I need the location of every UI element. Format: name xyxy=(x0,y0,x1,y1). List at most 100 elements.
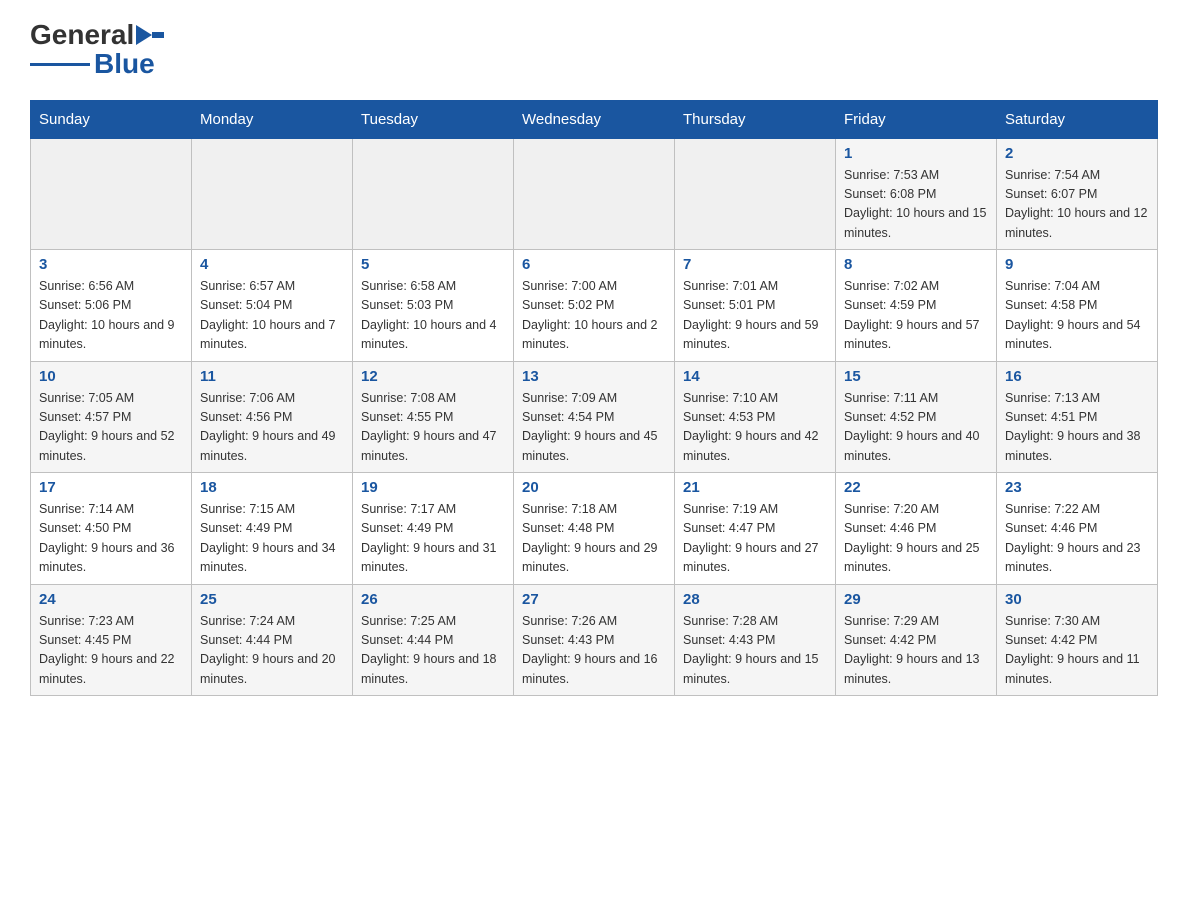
calendar-header-row: SundayMondayTuesdayWednesdayThursdayFrid… xyxy=(31,100,1158,138)
calendar-cell: 4Sunrise: 6:57 AMSunset: 5:04 PMDaylight… xyxy=(192,250,353,362)
day-info: Sunrise: 7:24 AMSunset: 4:44 PMDaylight:… xyxy=(200,612,344,690)
day-number: 3 xyxy=(39,256,183,273)
day-number: 2 xyxy=(1005,145,1149,162)
logo: General Blue xyxy=(30,20,164,80)
calendar-cell: 25 Sunrise: 7:24 AMSunset: 4:44 PMDayligh… xyxy=(192,584,353,696)
calendar-cell: 21Sunrise: 7:19 AMSunset: 4:47 PMDayligh… xyxy=(675,473,836,585)
calendar-cell: 15 Sunrise: 7:11 AMSunset: 4:52 PMDayligh… xyxy=(836,361,997,473)
calendar-cell: 2 Sunrise: 7:54 AMSunset: 6:07 PMDaylight… xyxy=(997,138,1158,250)
day-number: 27 xyxy=(522,591,666,608)
calendar-table: SundayMondayTuesdayWednesdayThursdayFrid… xyxy=(30,100,1158,697)
calendar-cell: 1 Sunrise: 7:53 AMSunset: 6:08 PMDaylight… xyxy=(836,138,997,250)
day-number: 17 xyxy=(39,479,183,496)
day-number: 28 xyxy=(683,591,827,608)
day-number: 14 xyxy=(683,368,827,385)
calendar-cell xyxy=(31,138,192,250)
day-number: 16 xyxy=(1005,368,1149,385)
day-info: Sunrise: 7:26 AMSunset: 4:43 PMDaylight:… xyxy=(522,612,666,690)
day-info: Sunrise: 7:11 AMSunset: 4:52 PMDaylight:… xyxy=(844,389,988,467)
page-header: General Blue xyxy=(30,20,1158,80)
calendar-cell: 29 Sunrise: 7:29 AMSunset: 4:42 PMDayligh… xyxy=(836,584,997,696)
day-number: 20 xyxy=(522,479,666,496)
day-info: Sunrise: 6:58 AMSunset: 5:03 PMDaylight:… xyxy=(361,277,505,355)
day-number: 30 xyxy=(1005,591,1149,608)
day-number: 1 xyxy=(844,145,988,162)
calendar-cell: 22 Sunrise: 7:20 AMSunset: 4:46 PMDayligh… xyxy=(836,473,997,585)
calendar-cell: 18Sunrise: 7:15 AMSunset: 4:49 PMDayligh… xyxy=(192,473,353,585)
calendar-cell xyxy=(514,138,675,250)
day-number: 11 xyxy=(200,368,344,385)
day-info: Sunrise: 7:22 AMSunset: 4:46 PMDaylight:… xyxy=(1005,500,1149,578)
header-wednesday: Wednesday xyxy=(514,100,675,138)
calendar-cell: 12 Sunrise: 7:08 AMSunset: 4:55 PMDayligh… xyxy=(353,361,514,473)
day-info: Sunrise: 6:56 AMSunset: 5:06 PMDaylight:… xyxy=(39,277,183,355)
day-number: 7 xyxy=(683,256,827,273)
day-info: Sunrise: 7:29 AMSunset: 4:42 PMDaylight:… xyxy=(844,612,988,690)
calendar-cell: 17 Sunrise: 7:14 AMSunset: 4:50 PMDayligh… xyxy=(31,473,192,585)
calendar-cell xyxy=(192,138,353,250)
calendar-cell: 30 Sunrise: 7:30 AMSunset: 4:42 PMDayligh… xyxy=(997,584,1158,696)
day-number: 19 xyxy=(361,479,505,496)
day-info: Sunrise: 7:30 AMSunset: 4:42 PMDaylight:… xyxy=(1005,612,1149,690)
day-info: Sunrise: 7:00 AMSunset: 5:02 PMDaylight:… xyxy=(522,277,666,355)
day-number: 9 xyxy=(1005,256,1149,273)
day-info: Sunrise: 7:15 AMSunset: 4:49 PMDaylight:… xyxy=(200,500,344,578)
day-info: Sunrise: 6:57 AMSunset: 5:04 PMDaylight:… xyxy=(200,277,344,355)
day-info: Sunrise: 7:25 AMSunset: 4:44 PMDaylight:… xyxy=(361,612,505,690)
calendar-cell: 3 Sunrise: 6:56 AMSunset: 5:06 PMDaylight… xyxy=(31,250,192,362)
day-number: 22 xyxy=(844,479,988,496)
week-row-3: 10 Sunrise: 7:05 AMSunset: 4:57 PMDayligh… xyxy=(31,361,1158,473)
day-number: 26 xyxy=(361,591,505,608)
day-info: Sunrise: 7:05 AMSunset: 4:57 PMDaylight:… xyxy=(39,389,183,467)
header-thursday: Thursday xyxy=(675,100,836,138)
day-info: Sunrise: 7:01 AMSunset: 5:01 PMDaylight:… xyxy=(683,277,827,355)
day-number: 12 xyxy=(361,368,505,385)
day-number: 15 xyxy=(844,368,988,385)
day-info: Sunrise: 7:08 AMSunset: 4:55 PMDaylight:… xyxy=(361,389,505,467)
calendar-cell: 8 Sunrise: 7:02 AMSunset: 4:59 PMDaylight… xyxy=(836,250,997,362)
day-number: 5 xyxy=(361,256,505,273)
calendar-cell: 24 Sunrise: 7:23 AMSunset: 4:45 PMDayligh… xyxy=(31,584,192,696)
calendar-cell: 23 Sunrise: 7:22 AMSunset: 4:46 PMDayligh… xyxy=(997,473,1158,585)
calendar-cell: 27 Sunrise: 7:26 AMSunset: 4:43 PMDayligh… xyxy=(514,584,675,696)
header-friday: Friday xyxy=(836,100,997,138)
day-info: Sunrise: 7:23 AMSunset: 4:45 PMDaylight:… xyxy=(39,612,183,690)
calendar-cell: 28Sunrise: 7:28 AMSunset: 4:43 PMDayligh… xyxy=(675,584,836,696)
header-saturday: Saturday xyxy=(997,100,1158,138)
day-info: Sunrise: 7:14 AMSunset: 4:50 PMDaylight:… xyxy=(39,500,183,578)
header-monday: Monday xyxy=(192,100,353,138)
day-number: 25 xyxy=(200,591,344,608)
day-info: Sunrise: 7:09 AMSunset: 4:54 PMDaylight:… xyxy=(522,389,666,467)
calendar-cell xyxy=(675,138,836,250)
logo-general: General xyxy=(30,20,134,51)
day-info: Sunrise: 7:06 AMSunset: 4:56 PMDaylight:… xyxy=(200,389,344,467)
day-number: 23 xyxy=(1005,479,1149,496)
calendar-cell: 10 Sunrise: 7:05 AMSunset: 4:57 PMDayligh… xyxy=(31,361,192,473)
day-number: 10 xyxy=(39,368,183,385)
header-sunday: Sunday xyxy=(31,100,192,138)
logo-blue: Blue xyxy=(94,49,155,80)
day-number: 8 xyxy=(844,256,988,273)
week-row-1: 1 Sunrise: 7:53 AMSunset: 6:08 PMDaylight… xyxy=(31,138,1158,250)
day-info: Sunrise: 7:53 AMSunset: 6:08 PMDaylight:… xyxy=(844,166,988,244)
week-row-4: 17 Sunrise: 7:14 AMSunset: 4:50 PMDayligh… xyxy=(31,473,1158,585)
calendar-cell: 6 Sunrise: 7:00 AMSunset: 5:02 PMDaylight… xyxy=(514,250,675,362)
day-number: 29 xyxy=(844,591,988,608)
week-row-5: 24 Sunrise: 7:23 AMSunset: 4:45 PMDayligh… xyxy=(31,584,1158,696)
calendar-cell: 20 Sunrise: 7:18 AMSunset: 4:48 PMDayligh… xyxy=(514,473,675,585)
day-info: Sunrise: 7:17 AMSunset: 4:49 PMDaylight:… xyxy=(361,500,505,578)
day-number: 24 xyxy=(39,591,183,608)
calendar-cell: 11 Sunrise: 7:06 AMSunset: 4:56 PMDayligh… xyxy=(192,361,353,473)
day-info: Sunrise: 7:02 AMSunset: 4:59 PMDaylight:… xyxy=(844,277,988,355)
calendar-cell: 7 Sunrise: 7:01 AMSunset: 5:01 PMDaylight… xyxy=(675,250,836,362)
day-info: Sunrise: 7:20 AMSunset: 4:46 PMDaylight:… xyxy=(844,500,988,578)
day-number: 13 xyxy=(522,368,666,385)
calendar-cell: 16 Sunrise: 7:13 AMSunset: 4:51 PMDayligh… xyxy=(997,361,1158,473)
calendar-cell: 13 Sunrise: 7:09 AMSunset: 4:54 PMDayligh… xyxy=(514,361,675,473)
day-info: Sunrise: 7:18 AMSunset: 4:48 PMDaylight:… xyxy=(522,500,666,578)
week-row-2: 3 Sunrise: 6:56 AMSunset: 5:06 PMDaylight… xyxy=(31,250,1158,362)
day-number: 6 xyxy=(522,256,666,273)
day-info: Sunrise: 7:13 AMSunset: 4:51 PMDaylight:… xyxy=(1005,389,1149,467)
day-info: Sunrise: 7:04 AMSunset: 4:58 PMDaylight:… xyxy=(1005,277,1149,355)
day-info: Sunrise: 7:54 AMSunset: 6:07 PMDaylight:… xyxy=(1005,166,1149,244)
